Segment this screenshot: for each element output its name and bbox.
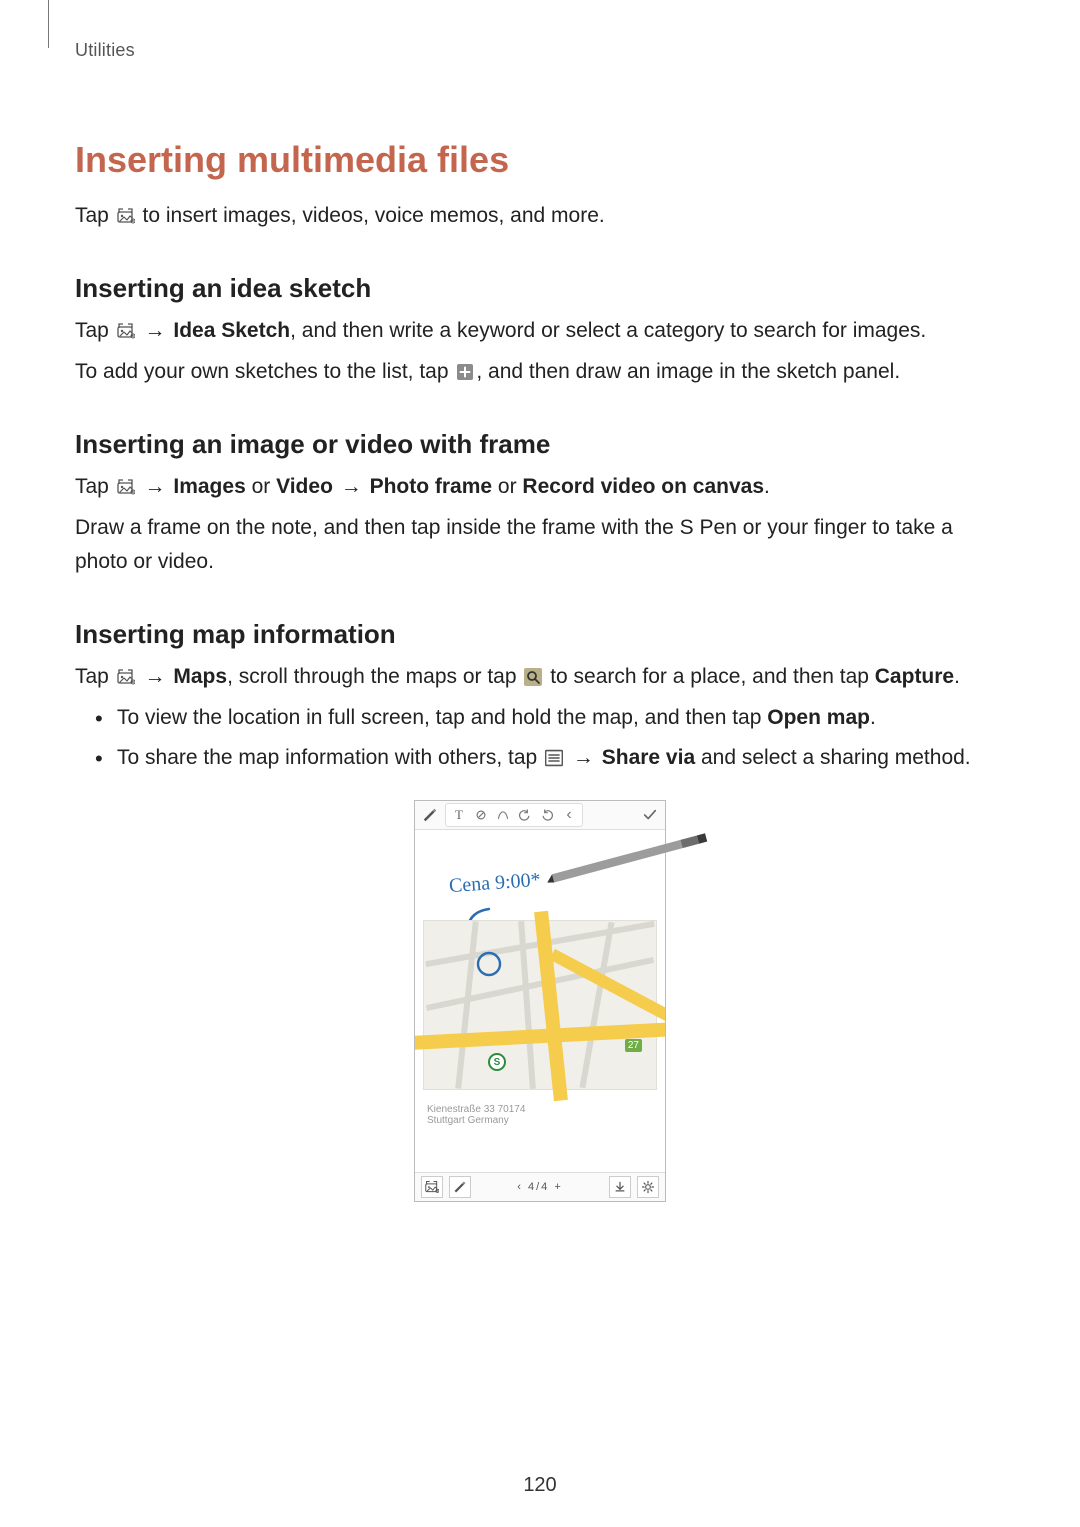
gear-icon [637,1176,659,1198]
insert-icon [115,477,137,497]
insert-icon [421,1176,443,1198]
pen-icon [421,806,439,824]
search-icon [522,667,544,687]
map-thumbnail: 27 S [423,920,657,1090]
insert-icon [115,667,137,687]
insert-icon [115,321,137,341]
edit-icon [449,1176,471,1198]
map-info-bullets: To view the location in full screen, tap… [75,701,1005,774]
map-caption: Kienestraße 33 70174 Stuttgart Germany [427,1104,525,1126]
chevron-left-icon: ‹ [560,806,578,824]
menu-icon [543,748,565,768]
list-item: To view the location in full screen, tap… [117,701,1005,735]
download-icon [609,1176,631,1198]
image-frame-line1: Tap → Images or Video → Photo frame or R… [75,470,1005,504]
screenshot-bottombar: ‹ 4/4 + [415,1172,665,1201]
map-badge: 27 [625,1039,642,1052]
screenshot-s-note: T ‹ Cena 9:00* [414,800,666,1202]
pager-text: ‹ 4/4 + [477,1181,603,1193]
heading-image-frame: Inserting an image or video with frame [75,429,1005,460]
page-title: Inserting multimedia files [75,139,1005,181]
idea-sketch-line2: To add your own sketches to the list, ta… [75,355,1005,389]
intro-paragraph: Tap to insert images, videos, voice memo… [75,199,1005,233]
eraser-icon [472,806,490,824]
plus-icon [454,362,476,382]
heading-idea-sketch: Inserting an idea sketch [75,273,1005,304]
text-tool-icon: T [450,806,468,824]
s-bahn-icon: S [488,1053,506,1071]
map-info-line1: Tap → Maps, scroll through the maps or t… [75,660,1005,694]
insert-icon [115,206,137,226]
redo-icon [538,806,556,824]
shape-icon [494,806,512,824]
map-circle-icon [474,949,504,979]
idea-sketch-line1: Tap → Idea Sketch, and then write a keyw… [75,314,1005,348]
list-item: To share the map information with others… [117,741,1005,775]
heading-map-info: Inserting map information [75,619,1005,650]
handwriting-text: Cena 9:00* [448,869,541,898]
image-frame-line2: Draw a frame on the note, and then tap i… [75,511,1005,578]
page-number: 120 [0,1474,1080,1497]
running-head: Utilities [75,40,1005,61]
undo-icon [516,806,534,824]
